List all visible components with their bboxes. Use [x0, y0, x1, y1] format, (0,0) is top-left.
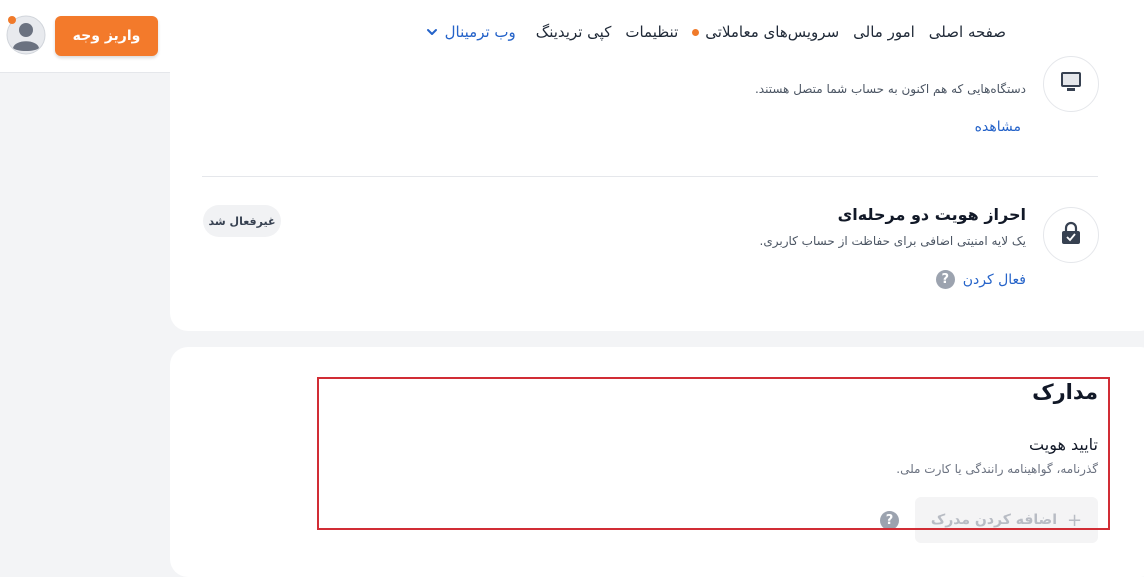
nav-copy-trading[interactable]: کپی تریدینگ: [536, 23, 612, 41]
device-icon-circle: [1043, 56, 1099, 112]
main-nav: صفحه اصلی امور مالی سرویس‌های معاملاتی ت…: [409, 23, 1006, 41]
nav-web-terminal-label: وب ترمینال: [444, 23, 516, 41]
devices-description: دستگاه‌هایی که هم اکنون به حساب شما متصل…: [754, 82, 1026, 96]
highlight-box: [317, 377, 1110, 530]
avatar-notification-dot: [8, 16, 16, 24]
lock-icon-circle: [1043, 207, 1099, 263]
nav-trading-services[interactable]: سرویس‌های معاملاتی: [692, 23, 839, 41]
security-card: [170, 56, 1144, 331]
nav-settings[interactable]: تنظیمات: [625, 23, 678, 41]
section-divider: [202, 176, 1098, 177]
two-factor-description: یک لایه امنیتی اضافی برای حفاظت از حساب …: [759, 234, 1026, 248]
nav-home[interactable]: صفحه اصلی: [929, 23, 1006, 41]
monitor-icon: [1058, 69, 1084, 99]
two-factor-activate-row: فعال کردن ?: [935, 270, 1026, 289]
two-factor-activate-link[interactable]: فعال کردن: [963, 272, 1026, 288]
deposit-button[interactable]: واریز وجه: [55, 16, 158, 56]
two-factor-title: احراز هویت دو مرحله‌ای: [837, 205, 1026, 224]
notification-dot: [692, 28, 700, 36]
status-badge: غیرفعال شد: [203, 205, 281, 237]
nav-finance[interactable]: امور مالی: [853, 23, 915, 41]
nav-web-terminal[interactable]: وب ترمینال: [423, 23, 516, 41]
lock-icon: [1058, 220, 1084, 250]
help-icon[interactable]: ?: [935, 270, 955, 289]
nav-trading-services-label: سرویس‌های معاملاتی: [705, 23, 840, 41]
devices-view-link[interactable]: مشاهده: [975, 119, 1021, 135]
chevron-down-icon: [423, 24, 439, 40]
